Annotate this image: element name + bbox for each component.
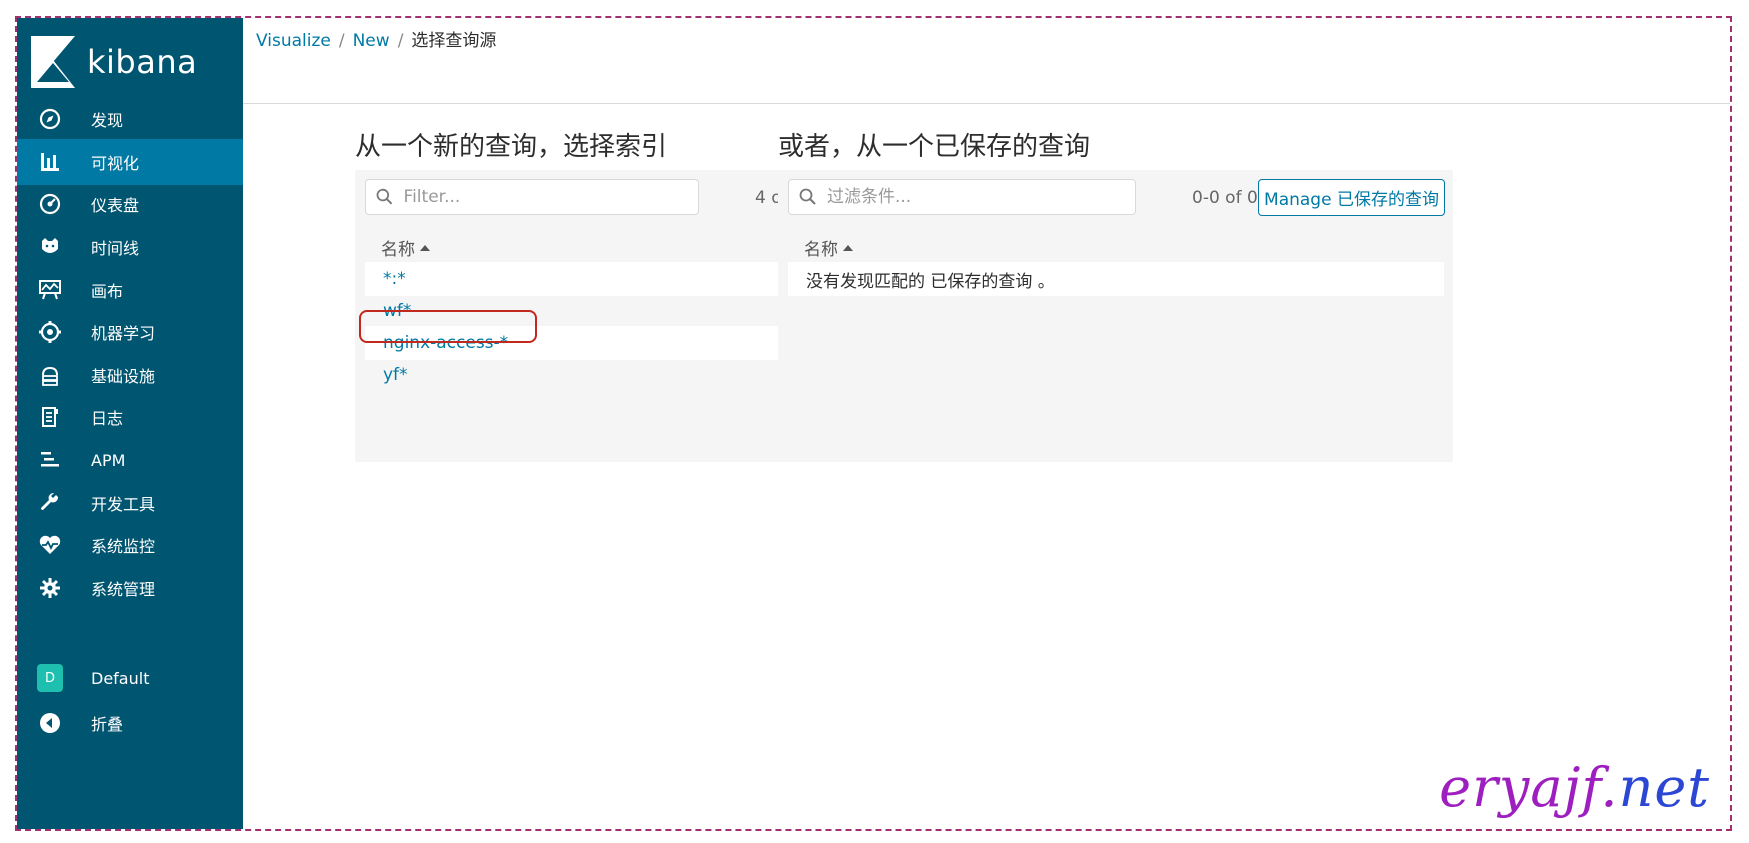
- watermark: eryajf.net: [1439, 756, 1710, 819]
- sidebar-item-label: 日志: [91, 409, 124, 428]
- space-selector[interactable]: D Default: [17, 655, 243, 701]
- avatar: D: [37, 664, 63, 692]
- sidebar-item-label: 系统监控: [91, 537, 156, 556]
- sidebar-item-canvas[interactable]: 画布: [17, 267, 243, 313]
- wrench-icon: [37, 490, 63, 516]
- sidebar-item-label: 开发工具: [91, 495, 156, 514]
- search-icon: [376, 188, 393, 205]
- sidebar-item-machine-learning[interactable]: 机器学习: [17, 309, 243, 355]
- breadcrumb: Visualize / New / 选择查询源: [256, 26, 496, 51]
- sidebar-item-discover[interactable]: 发现: [17, 96, 243, 142]
- main-content: Visualize/New/选择查询源 从一个新的查询，选择索引 4 of 4 …: [243, 18, 1730, 829]
- compass-icon: [37, 106, 63, 132]
- column-header-label: 名称: [381, 240, 415, 260]
- saved-name-column-header[interactable]: 名称: [804, 235, 853, 260]
- sidebar-item-label: 仪表盘: [91, 196, 140, 215]
- watermark-text-net: net: [1618, 756, 1710, 819]
- index-row[interactable]: *:*: [365, 262, 796, 296]
- header-divider: [243, 103, 1730, 104]
- breadcrumb-current: 选择查询源: [411, 31, 497, 51]
- logo-text: kibana: [87, 43, 198, 81]
- highlight-annotation: [359, 310, 537, 343]
- sidebar-item-label: 画布: [91, 282, 124, 301]
- empty-message: 没有发现匹配的 已保存的查询 。: [806, 271, 1055, 292]
- collapse-button[interactable]: 折叠: [17, 700, 243, 746]
- infrastructure-icon: [37, 362, 63, 388]
- sidebar-item-label: 机器学习: [91, 324, 156, 343]
- collapse-arrow-icon: [37, 710, 63, 736]
- dashboard-icon: [37, 191, 63, 217]
- breadcrumb-separator: /: [397, 31, 404, 51]
- sidebar-item-visualize[interactable]: 可视化: [17, 139, 243, 185]
- canvas-icon: [37, 277, 63, 303]
- timelion-icon: [37, 234, 63, 260]
- column-header-label: 名称: [804, 240, 838, 260]
- sidebar-item-infrastructure[interactable]: 基础设施: [17, 352, 243, 398]
- empty-message-row: 没有发现匹配的 已保存的查询 。: [788, 262, 1444, 296]
- sidebar-item-label: APM: [91, 450, 126, 470]
- saved-count: 0-0 of 0: [1192, 188, 1258, 208]
- index-row[interactable]: yf*: [365, 358, 796, 392]
- index-filter-input[interactable]: [401, 186, 698, 208]
- new-search-title: 从一个新的查询，选择索引: [355, 132, 668, 162]
- sidebar-item-logs[interactable]: 日志: [17, 394, 243, 440]
- sidebar-item-label: 发现: [91, 111, 124, 130]
- breadcrumb-new[interactable]: New: [353, 31, 390, 51]
- collapse-label: 折叠: [91, 715, 124, 734]
- saved-filter-input[interactable]: [825, 186, 1129, 208]
- sidebar-item-label: 系统管理: [91, 580, 156, 599]
- sidebar-item-label: 时间线: [91, 239, 140, 258]
- sidebar-item-timelion[interactable]: 时间线: [17, 224, 243, 270]
- logs-icon: [37, 404, 63, 430]
- index-pattern-link[interactable]: yf*: [383, 365, 408, 385]
- sort-ascending-icon: [420, 244, 430, 251]
- watermark-text: eryajf.: [1439, 756, 1619, 819]
- kibana-logo-icon: [31, 36, 75, 88]
- sidebar-item-label: 可视化: [91, 154, 140, 173]
- heartbeat-icon: [37, 532, 63, 558]
- saved-filter-box[interactable]: [788, 179, 1136, 215]
- sidebar-item-monitoring[interactable]: 系统监控: [17, 522, 243, 568]
- saved-search-title: 或者，从一个已保存的查询: [778, 132, 1091, 162]
- gear-icon: [37, 575, 63, 601]
- index-filter-box[interactable]: [365, 179, 699, 215]
- index-pattern-link[interactable]: *:*: [383, 269, 406, 289]
- space-label: Default: [91, 668, 150, 688]
- bar-chart-icon: [37, 149, 63, 175]
- sidebar-item-dev-tools[interactable]: 开发工具: [17, 480, 243, 526]
- kibana-logo[interactable]: kibana: [31, 36, 197, 88]
- breadcrumb-separator: /: [338, 31, 345, 51]
- sidebar-item-management[interactable]: 系统管理: [17, 565, 243, 611]
- index-name-column-header[interactable]: 名称: [381, 235, 430, 260]
- sidebar: kibana 发现 可视化 仪表盘 时间线 画布 机器学习 基础设施 日志 AP…: [17, 18, 243, 829]
- apm-icon: [37, 447, 63, 473]
- space-avatar: D: [37, 664, 63, 692]
- sidebar-item-label: 基础设施: [91, 367, 156, 386]
- sidebar-item-dashboard[interactable]: 仪表盘: [17, 181, 243, 227]
- breadcrumb-visualize[interactable]: Visualize: [256, 31, 331, 51]
- machine-learning-icon: [37, 319, 63, 345]
- search-icon: [799, 188, 816, 205]
- sort-ascending-icon: [843, 244, 853, 251]
- sidebar-item-apm[interactable]: APM: [17, 437, 243, 483]
- manage-saved-searches-button[interactable]: Manage 已保存的查询: [1258, 179, 1445, 216]
